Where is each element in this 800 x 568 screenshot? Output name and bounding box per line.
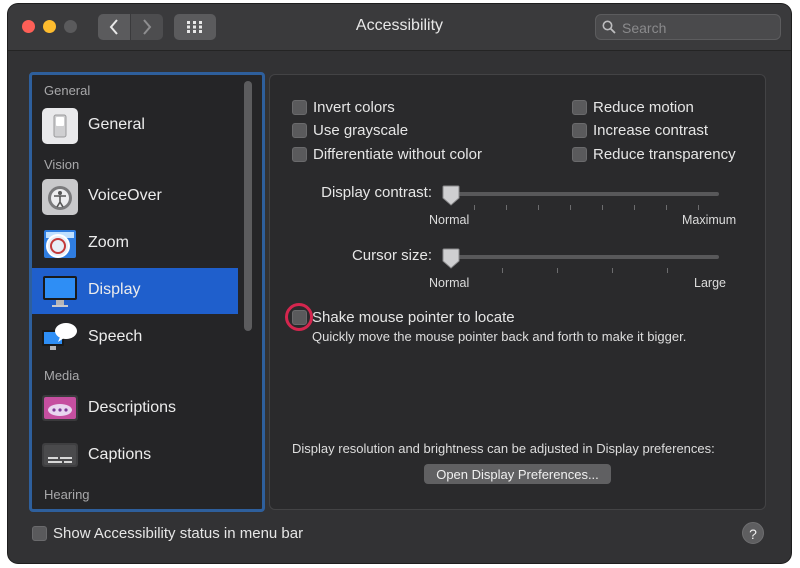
sidebar-item-speech[interactable]: Speech bbox=[32, 315, 238, 361]
category-sidebar[interactable]: General General Vision VoiceOver Zoom Di… bbox=[29, 72, 265, 512]
show-status-option[interactable]: Show Accessibility status in menu bar bbox=[32, 523, 303, 543]
captions-icon bbox=[42, 443, 78, 467]
increase-contrast-option[interactable]: Increase contrast bbox=[572, 120, 708, 140]
reduce-transparency-option[interactable]: Reduce transparency bbox=[572, 144, 736, 164]
search-icon bbox=[602, 20, 616, 34]
open-display-preferences-button[interactable]: Open Display Preferences... bbox=[424, 464, 611, 484]
cursor-size-min-label: Normal bbox=[429, 276, 470, 290]
show-status-checkbox[interactable] bbox=[32, 525, 47, 541]
slider-tick bbox=[570, 205, 571, 210]
reduce-motion-option[interactable]: Reduce motion bbox=[572, 97, 694, 117]
use-grayscale-label: Use grayscale bbox=[313, 121, 409, 139]
slider-tick bbox=[557, 268, 558, 273]
zoom-icon bbox=[44, 230, 76, 258]
cursor-size-label: Cursor size: bbox=[351, 247, 432, 264]
speech-icon bbox=[42, 323, 77, 350]
slider-tick bbox=[612, 268, 613, 273]
shake-mouse-pointer-option[interactable]: Shake mouse pointer to locate bbox=[292, 307, 515, 327]
display-contrast-slider[interactable] bbox=[444, 192, 719, 196]
search-input[interactable] bbox=[620, 17, 774, 39]
invert-colors-label: Invert colors bbox=[313, 98, 395, 116]
slider-tick bbox=[667, 268, 668, 273]
display-contrast-label: Display contrast: bbox=[321, 184, 432, 201]
sidebar-item-label: Zoom bbox=[88, 234, 129, 251]
highlight-ring bbox=[285, 303, 313, 331]
shake-mouse-pointer-description: Quickly move the mouse pointer back and … bbox=[312, 329, 687, 344]
display-contrast-max-label: Maximum bbox=[682, 213, 737, 227]
sidebar-item-general[interactable]: General bbox=[32, 103, 238, 149]
invert-colors-checkbox[interactable] bbox=[292, 99, 307, 115]
sidebar-item-label: VoiceOver bbox=[88, 187, 162, 204]
reduce-transparency-label: Reduce transparency bbox=[593, 145, 736, 163]
sidebar-item-label: Descriptions bbox=[88, 399, 177, 416]
sidebar-item-display[interactable]: Display bbox=[32, 268, 238, 314]
cursor-size-max-label: Large bbox=[694, 276, 726, 290]
descriptions-icon bbox=[42, 395, 78, 421]
slider-tick bbox=[474, 205, 475, 210]
help-button[interactable]: ? bbox=[742, 522, 764, 544]
slider-tick bbox=[538, 205, 539, 210]
show-status-label: Show Accessibility status in menu bar bbox=[53, 524, 304, 542]
resolution-note: Display resolution and brightness can be… bbox=[292, 441, 715, 456]
invert-colors-option[interactable]: Invert colors bbox=[292, 97, 395, 117]
voiceover-icon bbox=[42, 179, 78, 215]
display-contrast-min-label: Normal bbox=[429, 213, 470, 227]
use-grayscale-option[interactable]: Use grayscale bbox=[292, 120, 408, 140]
display-contrast-thumb[interactable] bbox=[442, 185, 460, 206]
slider-tick bbox=[698, 205, 699, 210]
sidebar-scrollbar[interactable] bbox=[244, 81, 252, 331]
sidebar-item-label: Speech bbox=[88, 328, 143, 345]
differentiate-without-color-checkbox[interactable] bbox=[292, 146, 307, 162]
display-icon bbox=[43, 276, 77, 307]
increase-contrast-label: Increase contrast bbox=[593, 121, 709, 139]
section-label-hearing: Hearing bbox=[44, 487, 90, 502]
use-grayscale-checkbox[interactable] bbox=[292, 122, 307, 138]
reduce-transparency-checkbox[interactable] bbox=[572, 146, 587, 162]
slider-tick bbox=[602, 205, 603, 210]
sidebar-item-label: General bbox=[88, 116, 145, 133]
sidebar-item-descriptions[interactable]: Descriptions bbox=[32, 386, 238, 432]
differentiate-without-color-option[interactable]: Differentiate without color bbox=[292, 144, 482, 164]
title-bar: Accessibility bbox=[8, 4, 791, 51]
reduce-motion-label: Reduce motion bbox=[593, 98, 694, 116]
sidebar-item-captions[interactable]: Captions bbox=[32, 433, 238, 479]
sidebar-item-label: Captions bbox=[88, 446, 152, 463]
slider-tick bbox=[502, 268, 503, 273]
sidebar-item-label: Display bbox=[88, 281, 141, 298]
slider-tick bbox=[506, 205, 507, 210]
reduce-motion-checkbox[interactable] bbox=[572, 99, 587, 115]
differentiate-without-color-label: Differentiate without color bbox=[313, 145, 482, 163]
search-field[interactable] bbox=[595, 14, 781, 40]
slider-tick bbox=[666, 205, 667, 210]
cursor-size-thumb[interactable] bbox=[442, 248, 460, 269]
sidebar-item-voiceover[interactable]: VoiceOver bbox=[32, 174, 238, 220]
cursor-size-slider[interactable] bbox=[444, 255, 719, 259]
section-label-vision: Vision bbox=[44, 157, 80, 172]
section-label-general: General bbox=[44, 83, 91, 98]
slider-tick bbox=[634, 205, 635, 210]
sidebar-item-zoom[interactable]: Zoom bbox=[32, 221, 238, 267]
general-switch-icon bbox=[42, 108, 78, 144]
increase-contrast-checkbox[interactable] bbox=[572, 122, 587, 138]
section-label-media: Media bbox=[44, 368, 80, 383]
shake-mouse-pointer-label: Shake mouse pointer to locate bbox=[312, 308, 515, 326]
preferences-window: Accessibility General General Vision bbox=[8, 4, 791, 563]
